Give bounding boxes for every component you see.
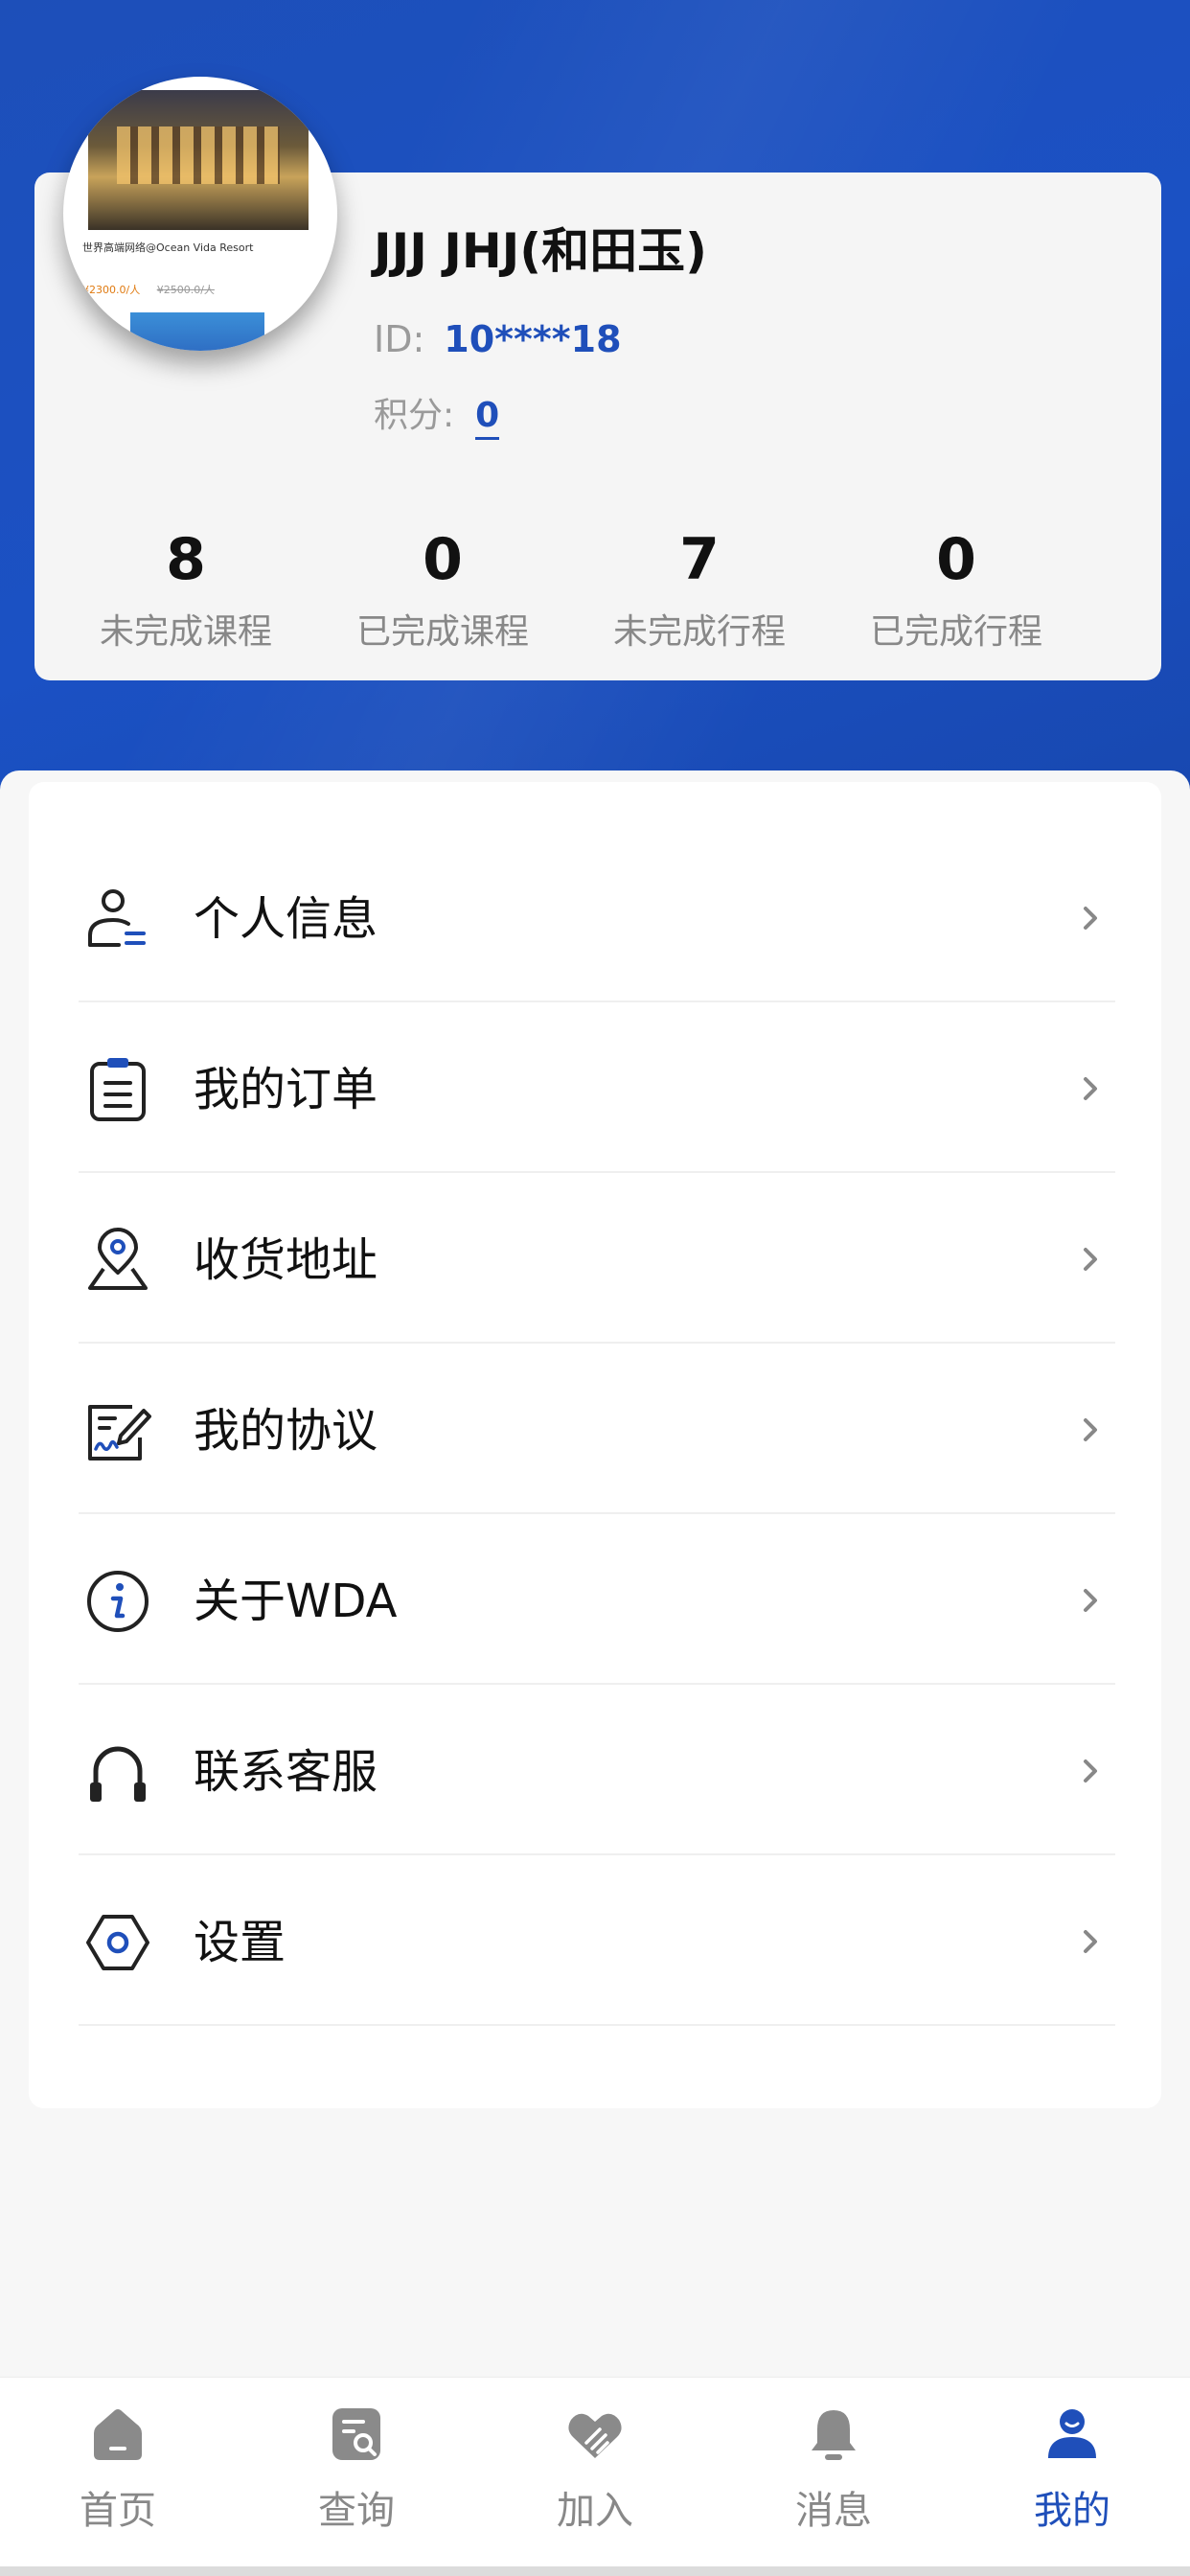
stats-row: 8 未完成课程 0 已完成课程 7 未完成行程 0 已完成行程 <box>34 518 1161 671</box>
profile-icon <box>1048 2409 1096 2458</box>
menu-item-customer-service[interactable]: 联系客服 <box>79 1685 1115 1855</box>
location-pin-icon <box>88 1228 148 1290</box>
chevron-right-icon <box>1084 1418 1097 1441</box>
tab-label: 首页 <box>80 2489 156 2533</box>
settings-icon <box>86 1915 149 1970</box>
user-info-icon <box>88 889 146 947</box>
chevron-right-icon <box>1084 1930 1097 1953</box>
home-icon <box>94 2409 142 2460</box>
menu-item-settings[interactable]: 设置 <box>79 1855 1115 2026</box>
stat-completed-courses[interactable]: 0 已完成课程 <box>314 518 571 654</box>
chevron-right-icon <box>1084 1760 1097 1782</box>
menu-label: 联系客服 <box>194 1745 378 1799</box>
signature-icon <box>88 1405 151 1460</box>
chevron-right-icon <box>1084 1589 1097 1612</box>
menu-item-my-agreements[interactable]: 我的协议 <box>79 1344 1115 1514</box>
stat-value: 0 <box>936 526 976 593</box>
stat-incomplete-trips[interactable]: 7 未完成行程 <box>571 518 828 654</box>
avatar-caption: 世界高端网络@Ocean Vida Resort <box>82 242 254 254</box>
stat-incomplete-courses[interactable]: 8 未完成课程 <box>57 518 314 654</box>
user-id-value: 10****18 <box>444 318 622 360</box>
bottom-tab-bar: 首页 查询 加入 消息 我的 <box>0 2377 1190 2566</box>
avatar-old-price: ¥2500.0/人 <box>156 284 215 296</box>
stat-value: 0 <box>423 526 463 593</box>
avatar-price: ¥2300.0/人 <box>82 284 141 296</box>
home-indicator <box>0 2566 1190 2576</box>
search-doc-icon <box>332 2408 380 2460</box>
profile-page: 世界高端网络@Ocean Vida Resort ¥2300.0/人 ¥2500… <box>0 0 1190 2576</box>
tab-home[interactable]: 首页 <box>22 2404 214 2548</box>
chevron-right-icon <box>1084 1248 1097 1271</box>
tab-label: 我的 <box>1034 2489 1110 2533</box>
menu-label: 收货地址 <box>194 1233 378 1287</box>
tab-mine[interactable]: 我的 <box>976 2404 1168 2548</box>
stat-label: 已完成行程 <box>869 612 1042 652</box>
tab-label: 查询 <box>318 2489 395 2533</box>
handshake-heart-icon <box>568 2413 622 2458</box>
tab-messages[interactable]: 消息 <box>738 2404 929 2548</box>
chevron-right-icon <box>1084 1077 1097 1100</box>
clipboard-icon <box>90 1058 146 1121</box>
points-row: 积分: 0 <box>374 387 500 440</box>
stat-value: 7 <box>679 526 720 593</box>
headset-icon <box>90 1746 146 1802</box>
tab-label: 消息 <box>795 2489 872 2533</box>
tab-search[interactable]: 查询 <box>261 2404 452 2548</box>
avatar[interactable]: 世界高端网络@Ocean Vida Resort ¥2300.0/人 ¥2500… <box>63 77 337 351</box>
avatar-price-row: ¥2300.0/人 ¥2500.0/人 <box>82 282 322 297</box>
bell-icon <box>812 2410 856 2460</box>
points-value[interactable]: 0 <box>475 396 500 440</box>
stat-value: 8 <box>166 526 206 593</box>
menu-label: 关于WDA <box>194 1575 398 1628</box>
points-label: 积分: <box>374 396 455 435</box>
user-id-label: ID: <box>374 318 425 360</box>
user-name: JJJ JHJ(和田玉) <box>374 223 707 279</box>
menu-label: 我的协议 <box>194 1404 378 1458</box>
menu-label: 个人信息 <box>194 892 378 946</box>
stat-label: 未完成课程 <box>99 612 272 652</box>
stat-completed-trips[interactable]: 0 已完成行程 <box>828 518 1085 654</box>
menu-item-my-orders[interactable]: 我的订单 <box>79 1002 1115 1173</box>
user-id-row: ID: 10****18 <box>374 318 622 360</box>
tab-label: 加入 <box>557 2489 633 2533</box>
chevron-right-icon <box>1084 907 1097 930</box>
avatar-resort-photo <box>88 90 309 230</box>
menu-item-about-wda[interactable]: 关于WDA <box>79 1514 1115 1685</box>
menu-label: 设置 <box>194 1916 286 1969</box>
stat-label: 未完成行程 <box>612 612 786 652</box>
tab-join[interactable]: 加入 <box>499 2404 691 2548</box>
info-icon <box>87 1571 149 1632</box>
stat-label: 已完成课程 <box>355 612 529 652</box>
menu-item-personal-info[interactable]: 个人信息 <box>79 832 1115 1002</box>
avatar-secondary-photo <box>130 312 264 351</box>
menu-label: 我的订单 <box>194 1063 378 1116</box>
menu-item-shipping-address[interactable]: 收货地址 <box>79 1173 1115 1344</box>
